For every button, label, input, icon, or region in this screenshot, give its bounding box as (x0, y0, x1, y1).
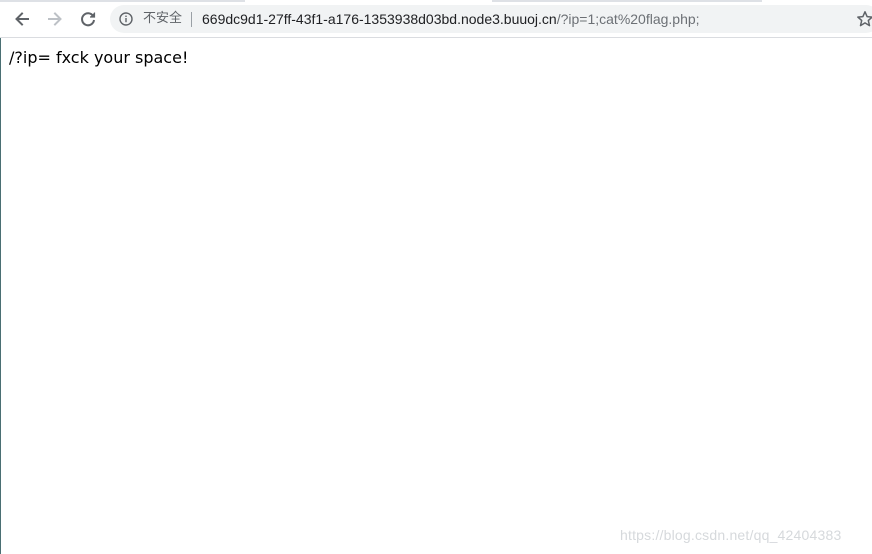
back-arrow-icon (15, 12, 29, 26)
url-path: /?ip=1;cat%20flag.php; (556, 11, 700, 27)
browser-window: 不安全 669dc9d1-27ff-43f1-a176-1353938d03bd… (0, 0, 872, 554)
back-button[interactable] (10, 7, 34, 31)
address-bar[interactable]: 不安全 669dc9d1-27ff-43f1-a176-1353938d03bd… (110, 5, 872, 33)
star-icon[interactable] (856, 10, 872, 28)
watermark-text: https://blog.csdn.net/qq_42404383 (620, 527, 842, 543)
url-host: 669dc9d1-27ff-43f1-a176-1353938d03bd.nod… (202, 11, 557, 27)
reload-button[interactable] (76, 7, 100, 31)
browser-toolbar: 不安全 669dc9d1-27ff-43f1-a176-1353938d03bd… (0, 0, 872, 38)
forward-arrow-icon (48, 12, 62, 26)
tab-strip-hint (492, 0, 762, 2)
tab-strip-hint (0, 0, 245, 2)
address-divider (191, 12, 192, 27)
reload-icon (81, 12, 96, 27)
forward-button[interactable] (43, 7, 67, 31)
window-left-edge (0, 0, 1, 554)
security-label[interactable]: 不安全 (143, 11, 182, 27)
page-body-text: /?ip= fxck your space! (9, 48, 189, 67)
info-icon[interactable] (119, 12, 133, 26)
url-text[interactable]: 669dc9d1-27ff-43f1-a176-1353938d03bd.nod… (202, 11, 700, 27)
